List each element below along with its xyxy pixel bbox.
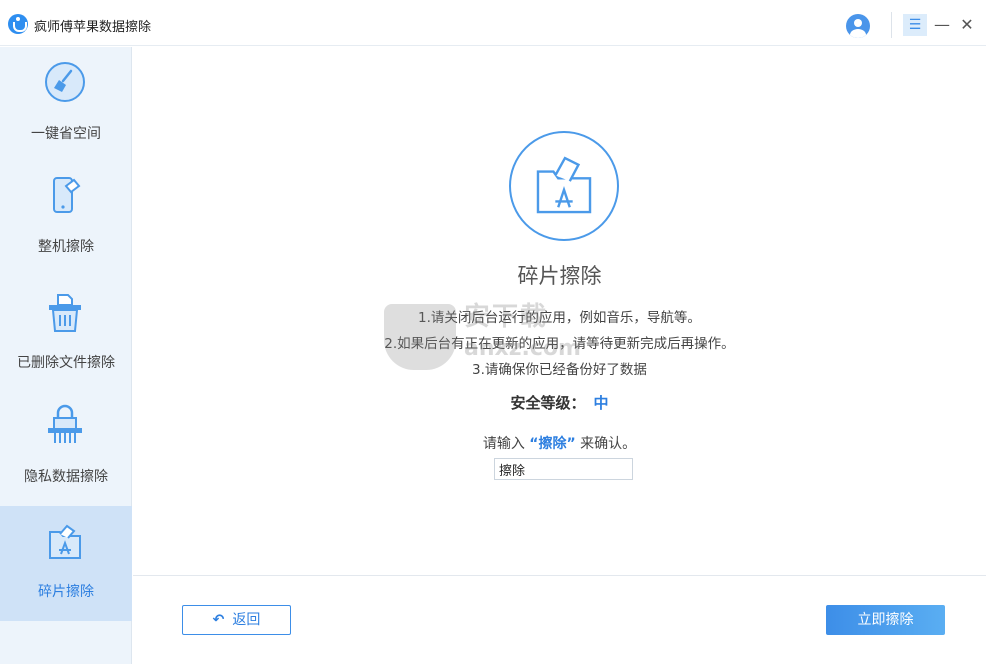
hero-circle	[509, 131, 619, 241]
broom-icon	[45, 62, 85, 102]
back-button-label: 返回	[232, 612, 261, 628]
sidebar-item-full-erase[interactable]: 整机擦除	[0, 162, 132, 277]
instruction-line: 2.如果后台有正在更新的应用，请等待更新完成后再操作。	[384, 336, 735, 352]
confirm-prompt: 请输入 “擦除” 来确认。	[133, 433, 986, 453]
security-level-label: 安全等级：	[510, 394, 586, 412]
trash-file-icon	[49, 294, 81, 332]
main-panel: 碎片擦除 1.请关闭后台运行的应用，例如音乐，导航等。 2.如果后台有正在更新的…	[133, 47, 986, 664]
lock-shredder-icon	[48, 404, 82, 443]
sidebar-item-label: 已删除文件擦除	[17, 355, 115, 371]
confirm-keyword: “擦除”	[529, 436, 576, 452]
sidebar-item-label: 一键省空间	[31, 126, 101, 142]
instruction-list: 1.请关闭后台运行的应用，例如音乐，导航等。 2.如果后台有正在更新的应用，请等…	[133, 305, 986, 383]
app-folder-icon	[49, 524, 81, 559]
titlebar-divider	[891, 12, 892, 38]
page-title: 碎片擦除	[517, 264, 602, 288]
security-level-row: 安全等级： 中	[133, 392, 986, 413]
title-bar: 疯师傅苹果数据擦除 ☰ — ✕	[0, 0, 986, 46]
sidebar-item-one-click-space[interactable]: 一键省空间	[0, 47, 132, 162]
app-logo-icon	[8, 14, 28, 34]
confirm-prefix: 请输入	[482, 436, 525, 452]
instruction-line: 1.请关闭后台运行的应用，例如音乐，导航等。	[418, 310, 701, 326]
phone-eraser-icon	[53, 177, 81, 213]
sidebar-item-label: 整机擦除	[38, 239, 94, 255]
sidebar-item-deleted-files[interactable]: 已删除文件擦除	[0, 277, 132, 392]
menu-button[interactable]: ☰	[903, 14, 927, 36]
sidebar-item-privacy[interactable]: 隐私数据擦除	[0, 392, 132, 507]
security-level-value: 中	[593, 394, 609, 412]
erase-now-button[interactable]: 立即擦除	[826, 605, 945, 635]
footer-divider	[133, 575, 986, 576]
app-folder-icon	[536, 156, 592, 214]
confirm-suffix: 来确认。	[580, 436, 637, 452]
confirm-input[interactable]	[494, 458, 633, 480]
sidebar: 一键省空间 整机擦除 已删除文件擦除 隐私数据擦除 碎片擦除	[0, 47, 132, 664]
sidebar-item-label: 隐私数据擦除	[24, 469, 108, 485]
instruction-line: 3.请确保你已经备份好了数据	[472, 362, 647, 378]
user-avatar-icon[interactable]	[846, 14, 870, 38]
back-arrow-icon: ↶	[212, 612, 225, 628]
sidebar-item-fragment-erase[interactable]: 碎片擦除	[0, 506, 132, 621]
minimize-button[interactable]: —	[934, 14, 950, 36]
sidebar-item-label: 碎片擦除	[38, 584, 94, 600]
back-button[interactable]: ↶ 返回	[182, 605, 291, 635]
close-button[interactable]: ✕	[958, 14, 976, 36]
app-title: 疯师傅苹果数据擦除	[34, 20, 152, 35]
